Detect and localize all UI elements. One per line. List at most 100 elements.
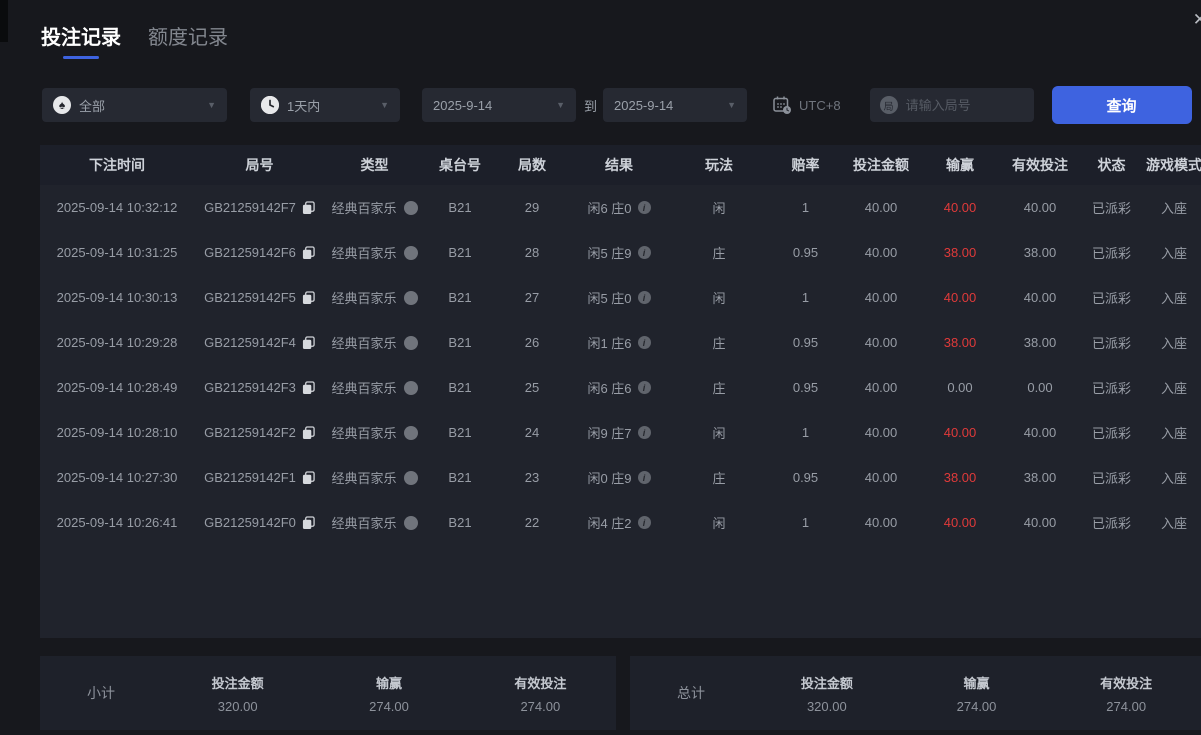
table-row: 2025-09-14 10:31:25 GB21259142F6 经典百家乐 B… [40, 230, 1201, 275]
cell-odds: 0.95 [768, 245, 843, 260]
table-row: 2025-09-14 10:28:49 GB21259142F3 经典百家乐 B… [40, 365, 1201, 410]
cell-round-number: 27 [496, 290, 568, 305]
corner-notch [0, 0, 8, 42]
column-header: 下注时间 [40, 155, 194, 175]
cell-result: 闲5 庄9 i [568, 243, 670, 262]
game-type-text: 经典百家乐 [331, 513, 396, 532]
time-range-dropdown[interactable]: 1天内 ▼ [250, 88, 400, 122]
query-button[interactable]: 查询 [1052, 86, 1192, 124]
cell-round-number: 22 [496, 515, 568, 530]
copy-icon[interactable] [302, 426, 315, 440]
tab-bet-records[interactable]: 投注记录 [41, 21, 121, 59]
tab-quota-records[interactable]: 额度记录 [148, 21, 228, 59]
chevron-down-icon: ▼ [727, 100, 736, 110]
cell-status: 已派彩 [1079, 243, 1144, 262]
result-text: 闲4 庄2 [587, 513, 631, 532]
timezone-value: UTC+8 [799, 98, 841, 113]
game-type-text: 经典百家乐 [331, 198, 396, 217]
cell-game-type: 经典百家乐 [325, 468, 424, 487]
cell-valid-bet: 40.00 [1001, 200, 1079, 215]
cell-win-loss: 38.00 [919, 335, 1001, 350]
cell-odds: 1 [768, 290, 843, 305]
cell-game-mode: 入座 [1144, 468, 1201, 487]
total-bet-amount: 投注金额 320.00 [752, 673, 902, 714]
cell-status: 已派彩 [1079, 513, 1144, 532]
column-header: 局数 [496, 155, 568, 175]
cell-bet-time: 2025-09-14 10:29:28 [40, 335, 194, 350]
table-body: 2025-09-14 10:32:12 GB21259142F7 经典百家乐 B… [40, 185, 1201, 545]
info-icon[interactable]: i [638, 471, 651, 484]
game-type-dropdown[interactable]: ♠ 全部 ▼ [42, 88, 227, 122]
info-icon[interactable]: i [638, 201, 651, 214]
cell-status: 已派彩 [1079, 288, 1144, 307]
cell-round-id: GB21259142F7 [194, 200, 325, 215]
cell-status: 已派彩 [1079, 333, 1144, 352]
result-text: 闲9 庄7 [587, 423, 631, 442]
copy-icon[interactable] [302, 381, 315, 395]
info-icon[interactable]: i [638, 381, 651, 394]
cell-valid-bet: 0.00 [1001, 380, 1079, 395]
column-header: 类型 [325, 155, 424, 175]
copy-icon[interactable] [302, 201, 315, 215]
total-win-loss: 输赢 274.00 [902, 673, 1052, 714]
cell-odds: 0.95 [768, 470, 843, 485]
result-text: 闲0 庄9 [587, 468, 631, 487]
round-number-input[interactable] [906, 98, 1016, 113]
info-icon[interactable]: i [638, 426, 651, 439]
summary-bar: 小计 投注金额 320.00 输赢 274.00 有效投注 274.00 总计 … [40, 656, 1201, 730]
date-to-value: 2025-9-14 [614, 98, 673, 113]
cell-table-number: B21 [424, 245, 496, 260]
cell-bet-amount: 40.00 [843, 200, 919, 215]
cell-bet-amount: 40.00 [843, 515, 919, 530]
game-type-text: 经典百家乐 [331, 243, 396, 262]
cell-status: 已派彩 [1079, 198, 1144, 217]
info-icon[interactable]: i [638, 336, 651, 349]
cell-odds: 1 [768, 200, 843, 215]
game-logo-icon [404, 426, 418, 440]
game-type-text: 经典百家乐 [331, 423, 396, 442]
cell-result: 闲6 庄6 i [568, 378, 670, 397]
info-icon[interactable]: i [638, 291, 651, 304]
cell-game-mode: 入座 [1144, 333, 1201, 352]
cell-odds: 1 [768, 515, 843, 530]
filter-bar: ♠ 全部 ▼ 1天内 ▼ 2025-9-14 ▼ 到 2025-9-14 ▼ [42, 86, 1201, 124]
time-range-value: 1天内 [287, 96, 320, 115]
cell-result: 闲0 庄9 i [568, 468, 670, 487]
copy-icon[interactable] [302, 291, 315, 305]
copy-icon[interactable] [302, 246, 315, 260]
close-icon[interactable]: ✕ [1193, 11, 1201, 28]
tab-bar: 投注记录 额度记录 [0, 0, 1201, 59]
cell-valid-bet: 40.00 [1001, 290, 1079, 305]
date-from-picker[interactable]: 2025-9-14 ▼ [422, 88, 576, 122]
cell-valid-bet: 40.00 [1001, 425, 1079, 440]
copy-icon[interactable] [302, 516, 315, 530]
cell-valid-bet: 38.00 [1001, 245, 1079, 260]
cell-bet-amount: 40.00 [843, 290, 919, 305]
cell-table-number: B21 [424, 335, 496, 350]
cell-game-mode: 入座 [1144, 288, 1201, 307]
cell-bet-amount: 40.00 [843, 245, 919, 260]
table-row: 2025-09-14 10:28:10 GB21259142F2 经典百家乐 B… [40, 410, 1201, 455]
cell-status: 已派彩 [1079, 378, 1144, 397]
column-header: 局号 [194, 155, 325, 175]
info-icon[interactable]: i [638, 516, 651, 529]
date-to-picker[interactable]: 2025-9-14 ▼ [603, 88, 747, 122]
cell-game-type: 经典百家乐 [325, 513, 424, 532]
cell-valid-bet: 38.00 [1001, 470, 1079, 485]
column-header: 结果 [568, 155, 670, 175]
cell-play-type: 闲 [670, 513, 768, 532]
game-type-text: 经典百家乐 [331, 333, 396, 352]
cell-table-number: B21 [424, 515, 496, 530]
cell-game-type: 经典百家乐 [325, 378, 424, 397]
round-number-field[interactable]: 局 [870, 88, 1034, 122]
copy-icon[interactable] [302, 336, 315, 350]
cell-round-number: 28 [496, 245, 568, 260]
copy-icon[interactable] [302, 471, 315, 485]
column-header: 玩法 [670, 155, 768, 175]
cell-win-loss: 0.00 [919, 380, 1001, 395]
result-text: 闲5 庄0 [587, 288, 631, 307]
cell-win-loss: 38.00 [919, 470, 1001, 485]
cell-round-number: 29 [496, 200, 568, 215]
cell-round-id: GB21259142F2 [194, 425, 325, 440]
info-icon[interactable]: i [638, 246, 651, 259]
